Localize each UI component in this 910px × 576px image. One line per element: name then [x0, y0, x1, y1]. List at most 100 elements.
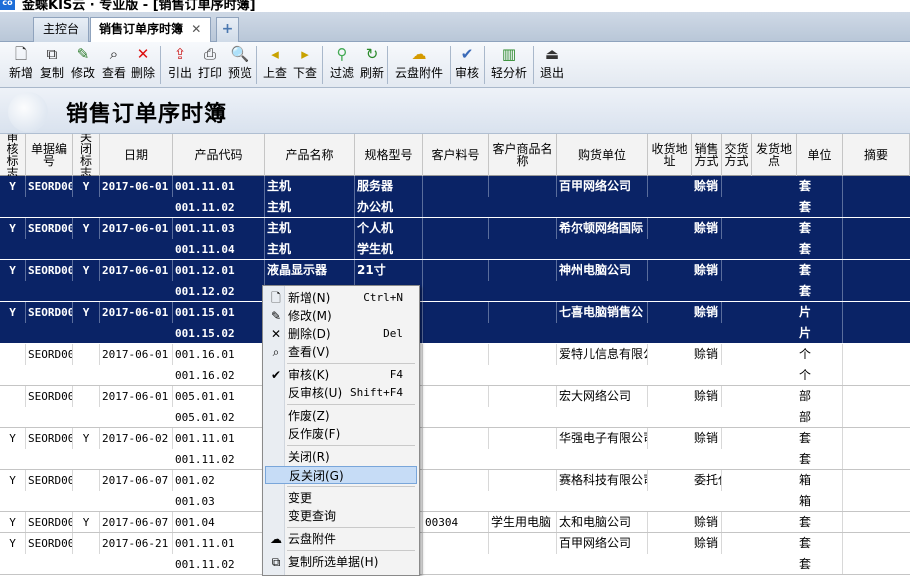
column-header[interactable]: 销售方式 [692, 134, 722, 176]
column-header[interactable]: 购货单位 [557, 134, 648, 176]
menu-item[interactable]: ✎ 修改(M) [265, 307, 417, 325]
column-header[interactable]: 单据编号 [26, 134, 73, 176]
table-row[interactable]: Y SEORD00 Y 2017-06-07 001.04 套 00304 学生用电脑 太和电脑… [0, 512, 910, 533]
customer-name: 爱特儿信息有限公 [557, 344, 648, 365]
table-row[interactable]: Y SEORD00 2017-06-07 001.02 箱 001.03 箱 赛格科技有限公司… [0, 470, 910, 512]
product-code: 001.11.01 [173, 533, 265, 554]
add-tab-icon[interactable]: + [216, 17, 239, 42]
product-name: 主机 [265, 197, 355, 218]
sale-mode: 赊销 [692, 176, 722, 197]
menu-item-label: 反关闭(G) [289, 469, 344, 483]
menu-item-shortcut: F4 [389, 368, 403, 381]
menu-item[interactable]: 反关闭(G) [265, 466, 417, 484]
toolbar-button-1[interactable]: 🗋 新增 [6, 44, 36, 86]
toolbar-button-9[interactable]: ◂ 上查 [260, 44, 290, 86]
customer-name: 神州电脑公司 [557, 260, 648, 281]
toolbar-button-label: 退出 [539, 66, 564, 80]
toolbar-button-label: 审核 [454, 66, 479, 80]
menu-item[interactable]: 关闭(R) [265, 448, 417, 466]
column-header[interactable]: 客户料号 [423, 134, 489, 176]
toolbar-button-13[interactable]: ☁ 云盘附件 [392, 44, 446, 86]
menu-item[interactable]: ⧉ 复制所选单据(H) [265, 553, 417, 571]
column-header[interactable]: 摘要 [843, 134, 910, 176]
column-header[interactable]: 客户商品名称 [489, 134, 557, 176]
menu-item-label: 查看(V) [288, 345, 330, 359]
toolbar-button-5[interactable]: ✕ 删除 [128, 44, 158, 86]
menu-item[interactable]: ☁ 云盘附件 [265, 530, 417, 548]
toolbar-button-label: 新增 [8, 66, 33, 80]
toolbar-button-4[interactable]: ⌕ 查看 [99, 44, 129, 86]
toolbar-button-6[interactable]: ⇪ 引出 [165, 44, 195, 86]
toolbar-button-2[interactable]: ⧉ 复制 [37, 44, 67, 86]
menu-item[interactable]: 作废(Z) [265, 407, 417, 425]
toolbar-button-label: 打印 [197, 66, 222, 80]
table-row[interactable]: Y SEORD00 Y 2017-06-01 001.12.01 液晶显示器 21寸套 001… [0, 260, 910, 302]
table-row[interactable]: SEORD00 2017-06-01 005.01.01 部 005.01.02 部 宏大网… [0, 386, 910, 428]
column-header[interactable]: 产品代码 [173, 134, 265, 176]
order-date: 2017-06-01 [100, 302, 173, 323]
toolbar-button-label: 过滤 [329, 66, 354, 80]
cloud-attach-icon: ☁ [270, 532, 282, 546]
menu-item[interactable]: 变更 [265, 489, 417, 507]
bill-number: SEORD00 [26, 512, 73, 533]
customer-name: 七喜电脑销售公 [557, 302, 648, 323]
tab-console[interactable]: 主控台 [33, 17, 89, 42]
menu-item[interactable]: ✔ 审核(K) F4 [265, 366, 417, 384]
column-header[interactable]: 关闭标志 [73, 134, 100, 179]
menu-item[interactable]: 反作废(F) [265, 425, 417, 443]
audit-flag: Y [0, 302, 26, 323]
toolbar-separator [322, 46, 323, 84]
menu-item[interactable]: 反审核(U) Shift+F4 [265, 384, 417, 402]
column-header[interactable]: 日期 [100, 134, 173, 176]
unit: 套 [797, 176, 843, 197]
column-header[interactable]: 收货地址 [648, 134, 692, 176]
product-code: 001.16.02 [173, 365, 265, 386]
table-row[interactable]: SEORD00 2017-06-01 001.16.01 个 001.16.02 个 爱特儿… [0, 344, 910, 386]
menu-item[interactable]: ⌕ 查看(V) [265, 343, 417, 361]
menu-item[interactable]: 🗋 新增(N) Ctrl+N [265, 289, 417, 307]
toolbar-button-label: 下查 [292, 66, 317, 80]
edit-icon: ✎ [270, 309, 282, 323]
edit-icon: ✎ [76, 45, 90, 63]
table-row[interactable]: Y SEORD00 Y 2017-06-01 001.11.03 主机 个人机套 001.11… [0, 218, 910, 260]
menu-item[interactable]: ✕ 删除(D) Del [265, 325, 417, 343]
toolbar-button-7[interactable]: ⎙ 打印 [195, 44, 225, 86]
table-row[interactable]: Y SEORD00 2017-06-21 001.11.01 套 001.11.02 套 百甲… [0, 533, 910, 575]
menu-separator [287, 404, 415, 405]
customer-part-no [423, 428, 489, 449]
order-date: 2017-06-07 [100, 512, 173, 533]
toolbar-button-10[interactable]: ▸ 下查 [290, 44, 320, 86]
customer-item-name [489, 428, 557, 449]
close-icon[interactable]: ✕ [191, 22, 201, 36]
toolbar-button-12[interactable]: ↻ 刷新 [357, 44, 387, 86]
tab-sales-order-list[interactable]: 销售订单序时簿 ✕ [90, 17, 211, 42]
filter-icon: ⚲ [336, 45, 348, 63]
toolbar-button-8[interactable]: 🔍 预览 [225, 44, 255, 86]
customer-part-no [423, 533, 489, 554]
bill-number: SEORD00 [26, 260, 73, 281]
column-header[interactable]: 单位 [797, 134, 843, 176]
toolbar-button-16[interactable]: ⏏ 退出 [537, 44, 567, 86]
toolbar-button-3[interactable]: ✎ 修改 [68, 44, 98, 86]
customer-name: 赛格科技有限公司 [557, 470, 648, 491]
column-header[interactable]: 交货方式 [722, 134, 752, 176]
toolbar-button-11[interactable]: ⚲ 过滤 [327, 44, 357, 86]
toolbar-button-15[interactable]: ▥ 轻分析 [488, 44, 530, 86]
table-row[interactable]: Y SEORD00 Y 2017-06-01 001.15.01 片 001.15.02 片七… [0, 302, 910, 344]
column-header[interactable]: 审核标志 [0, 134, 26, 179]
column-header[interactable]: 产品名称 [265, 134, 355, 176]
product-code: 001.16.01 [173, 344, 265, 365]
customer-item-name [489, 176, 557, 197]
audit-flag: Y [0, 470, 26, 491]
table-row[interactable]: Y SEORD00 Y 2017-06-01 001.11.01 主机 服务器套 001.11… [0, 176, 910, 218]
sale-mode: 赊销 [692, 302, 722, 323]
table-row[interactable]: Y SEORD00 Y 2017-06-02 001.11.01 套 001.11.02 套华… [0, 428, 910, 470]
preview-icon: 🔍 [230, 45, 250, 63]
toolbar-button-14[interactable]: ✔ 审核 [452, 44, 482, 86]
column-header[interactable]: 发货地点 [752, 134, 797, 176]
customer-item-name [489, 344, 557, 365]
menu-item[interactable]: 变更查询 [265, 507, 417, 525]
product-spec: 服务器 [355, 176, 423, 197]
column-header[interactable]: 规格型号 [355, 134, 423, 176]
unit: 片 [797, 302, 843, 323]
